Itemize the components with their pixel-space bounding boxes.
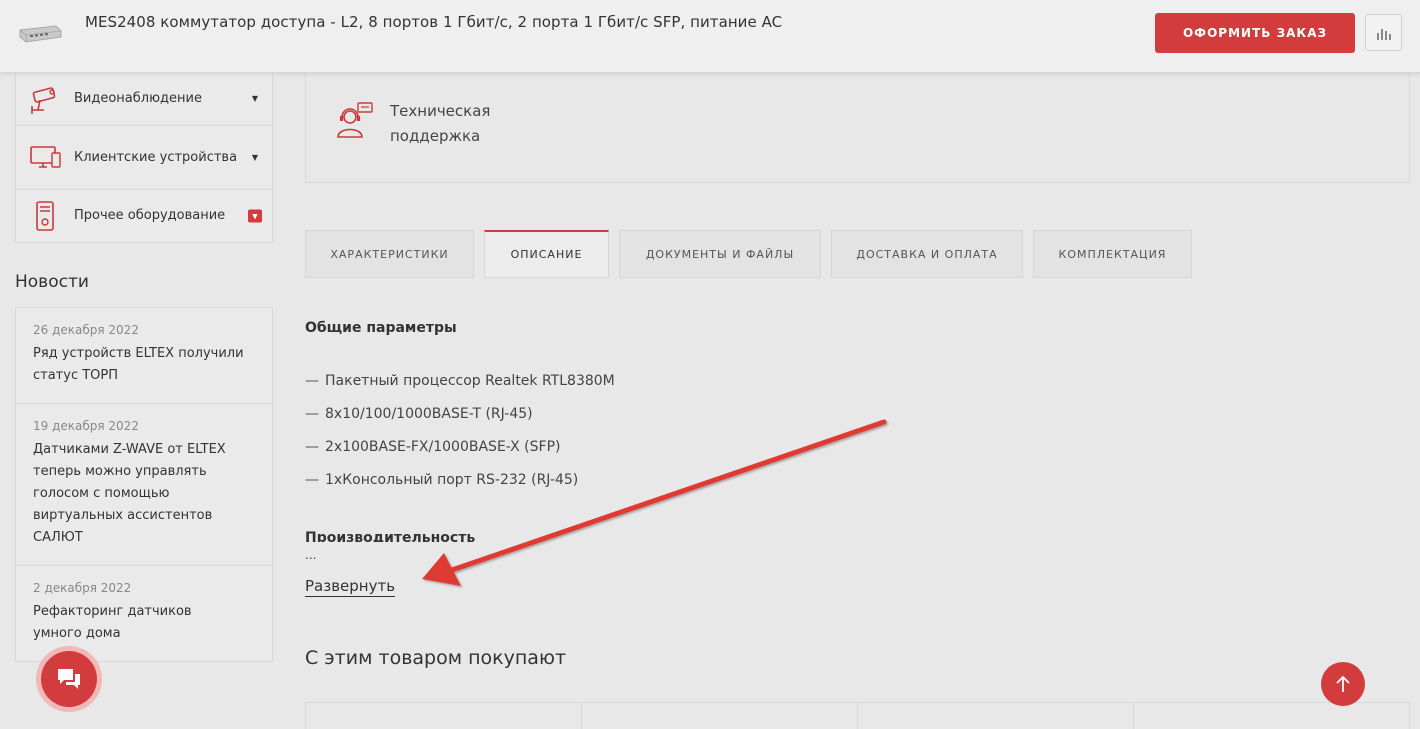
sidebar-item-label: Видеонаблюдение xyxy=(74,91,202,106)
sidebar-item-label: Прочее оборудование xyxy=(74,208,226,223)
list-item: —8x10/100/1000BASE-T (RJ-45) xyxy=(305,406,533,422)
news-list: 26 декабря 2022 Ряд устройств ELTEX полу… xyxy=(15,307,273,662)
sticky-product-header: MES2408 коммутатор доступа - L2, 8 порто… xyxy=(0,0,1420,73)
chat-bubbles-icon xyxy=(58,669,80,689)
product-card[interactable] xyxy=(582,703,858,729)
list-item: — Пакетный процессор Realtek RTL8380M xyxy=(305,373,615,389)
sidebar-item-client-devices[interactable]: Клиентские устройства ▼ xyxy=(16,126,272,190)
tab-delivery[interactable]: ДОСТАВКА И ОПЛАТА xyxy=(831,230,1023,278)
list-item-text: 2x100BASE-FX/1000BASE-X (SFP) xyxy=(325,439,561,455)
support-agent-icon xyxy=(337,102,373,138)
sidebar-item-other-equipment[interactable]: Прочее оборудование ▼ xyxy=(16,190,272,242)
news-link[interactable]: Ряд устройств ELTEX получили статус ТОРП xyxy=(33,343,255,387)
tab-description[interactable]: ОПИСАНИЕ xyxy=(484,230,609,278)
product-card[interactable] xyxy=(858,703,1134,729)
truncation-ellipsis: ... xyxy=(305,548,317,562)
news-date: 19 декабря 2022 xyxy=(33,419,139,433)
product-card[interactable] xyxy=(1134,703,1409,729)
related-products xyxy=(305,702,1410,729)
news-item[interactable]: 2 декабря 2022 Рефакторинг датчиков умно… xyxy=(16,566,272,661)
news-item[interactable]: 26 декабря 2022 Ряд устройств ELTEX полу… xyxy=(16,308,272,404)
bar-chart-icon xyxy=(1376,28,1391,40)
chevron-down-icon[interactable]: ▼ xyxy=(248,209,262,223)
news-date: 2 декабря 2022 xyxy=(33,581,132,595)
chevron-down-icon[interactable]: ▼ xyxy=(252,89,258,109)
chat-widget-button[interactable] xyxy=(36,646,102,712)
news-link[interactable]: Рефакторинг датчиков умного дома xyxy=(33,601,255,645)
product-title: MES2408 коммутатор доступа - L2, 8 порто… xyxy=(85,13,783,31)
server-tower-icon xyxy=(36,201,54,231)
scroll-to-top-button[interactable] xyxy=(1321,662,1365,706)
support-label-text: Техническая поддержка xyxy=(390,102,491,145)
list-item: —1xКонсольный порт RS-232 (RJ-45) xyxy=(305,472,579,488)
list-item-text: 8x10/100/1000BASE-T (RJ-45) xyxy=(325,406,533,422)
related-heading: С этим товаром покупают xyxy=(305,647,567,669)
spec-list: — Пакетный процессор Realtek RTL8380M —8x… xyxy=(305,368,615,500)
support-label[interactable]: Техническая поддержка xyxy=(390,99,500,149)
product-tabs: ХАРАКТЕРИСТИКИ ОПИСАНИЕ ДОКУМЕНТЫ И ФАЙЛ… xyxy=(305,230,1202,278)
news-item[interactable]: 19 декабря 2022 Датчиками Z-WAVE от ELTE… xyxy=(16,404,272,566)
chevron-down-icon[interactable]: ▼ xyxy=(252,148,258,168)
tab-documents[interactable]: ДОКУМЕНТЫ И ФАЙЛЫ xyxy=(619,230,821,278)
list-item: —2x100BASE-FX/1000BASE-X (SFP) xyxy=(305,439,561,455)
product-thumbnail[interactable] xyxy=(18,22,62,44)
list-item-text: 1xКонсольный порт RS-232 (RJ-45) xyxy=(325,472,579,488)
sidebar-item-label: Клиентские устройства xyxy=(74,149,238,165)
tab-characteristics[interactable]: ХАРАКТЕРИСТИКИ xyxy=(305,230,474,278)
arrow-up-icon xyxy=(1336,675,1350,692)
list-item-text: Пакетный процессор Realtek RTL8380M xyxy=(325,373,615,389)
sidebar-item-video-surveillance[interactable]: Видеонаблюдение ▼ xyxy=(16,73,272,126)
section-heading-truncated: Производительность xyxy=(305,530,476,542)
section-heading: Общие параметры xyxy=(305,320,457,336)
tab-package[interactable]: КОМПЛЕКТАЦИЯ xyxy=(1033,230,1192,278)
news-heading: Новости xyxy=(15,272,89,292)
monitor-icon xyxy=(30,145,61,168)
compare-button[interactable] xyxy=(1365,14,1402,51)
product-card[interactable] xyxy=(306,703,582,729)
news-date: 26 декабря 2022 xyxy=(33,323,139,337)
support-box[interactable]: Техническая поддержка xyxy=(305,73,1410,183)
expand-link[interactable]: Развернуть xyxy=(305,576,396,597)
news-link[interactable]: Датчиками Z-WAVE от ELTEX теперь можно у… xyxy=(33,439,255,549)
order-button[interactable]: ОФОРМИТЬ ЗАКАЗ xyxy=(1155,13,1355,53)
category-menu: Видеонаблюдение ▼ Клиентские устройства … xyxy=(15,73,273,243)
cctv-camera-icon xyxy=(31,87,56,114)
